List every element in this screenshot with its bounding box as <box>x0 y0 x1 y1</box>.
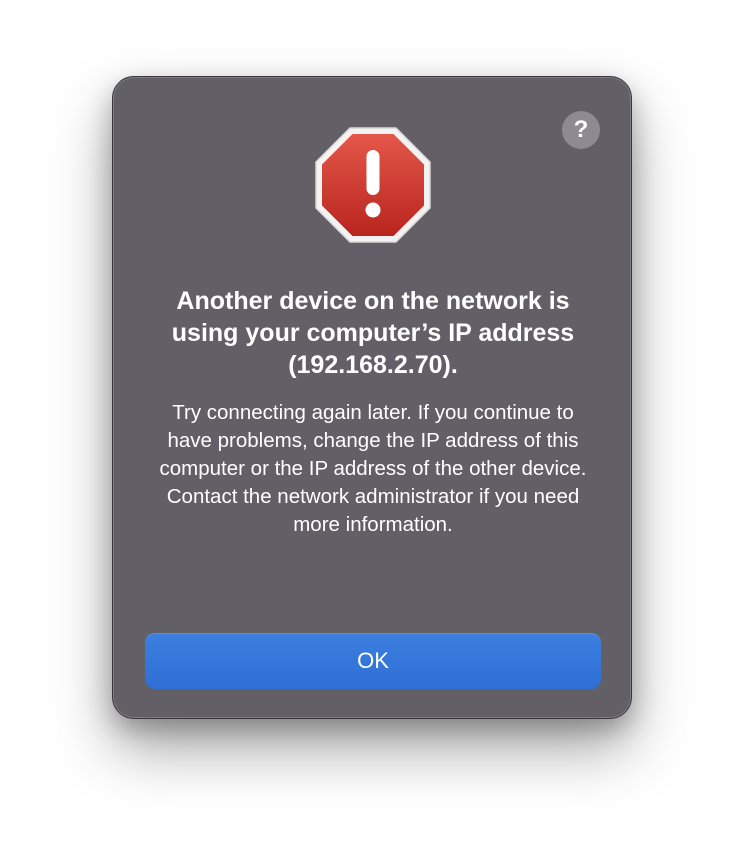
alert-message: Try connecting again later. If you conti… <box>159 401 587 536</box>
screen: ? Another device on the network is using… <box>0 0 744 868</box>
question-mark-icon: ? <box>573 116 589 143</box>
alert-dialog: ? Another device on the network is using… <box>112 76 632 719</box>
ok-button[interactable]: OK <box>145 633 601 689</box>
help-button[interactable]: ? <box>562 111 600 149</box>
exclamation-dot <box>365 202 381 218</box>
exclamation-bar <box>366 150 380 195</box>
stop-sign-exclamation-icon <box>315 127 431 243</box>
alert-title: Another device on the network is using y… <box>171 287 575 379</box>
